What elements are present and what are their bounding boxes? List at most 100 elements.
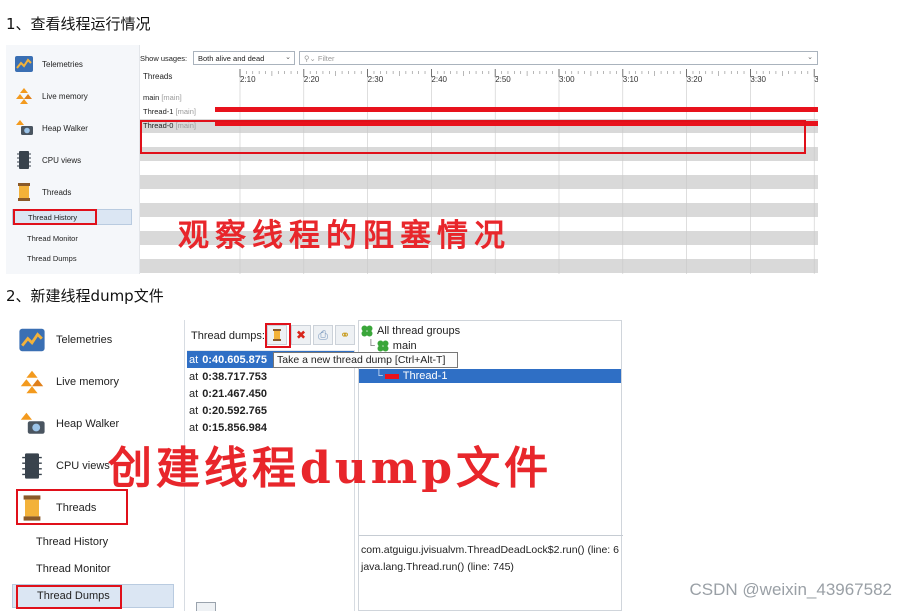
filter-placeholder: Filter <box>317 54 335 63</box>
time-tick-label: 3:10 <box>623 75 639 84</box>
stack-frame: java.lang.Thread.run() (line: 745) <box>361 561 514 573</box>
compare-icon: ⚭ <box>339 328 351 342</box>
dump-prefix: at <box>189 387 199 400</box>
sidebar-item-label: Thread Monitor <box>36 563 111 575</box>
delete-dump-button[interactable]: ✖ <box>291 325 311 345</box>
thread-group-icon <box>377 340 389 352</box>
heap-walker-icon <box>20 412 45 434</box>
sidebar-item-heap-walker[interactable]: Heap Walker <box>14 114 134 142</box>
annotation-create-dump: 创建线程dump文件 <box>108 443 553 494</box>
sidebar: Telemetries Live memory Heap Walker CPU … <box>6 45 140 274</box>
time-tick-label: 2:30 <box>368 75 384 84</box>
dump-time: 0:20.592.765 <box>202 404 268 417</box>
export-dump-button[interactable]: ⎙ <box>313 325 333 345</box>
annotation-observe-blocking: 观察线程的阻塞情况 <box>178 218 511 254</box>
cpu-views-icon <box>17 151 31 169</box>
sidebar-item-label: Heap Walker <box>42 123 88 133</box>
sidebar-item-label: Live memory <box>42 91 88 101</box>
show-usages-label: Show usages: <box>140 54 188 63</box>
search-icon: ⚲⌄ <box>304 54 316 63</box>
time-tick-label: 2:50 <box>495 75 511 84</box>
thread-name: Thread-1 [main] <box>143 107 196 116</box>
sidebar-item-live-memory[interactable]: Live memory <box>14 82 134 110</box>
list-item[interactable]: at 0:20.592.765 <box>187 402 354 419</box>
section2-heading: 2、新建线程dump文件 <box>6 287 164 305</box>
thread-history-toolbar: Show usages: Both alive and dead ⌄ ⚲⌄ Fi… <box>140 50 818 68</box>
sidebar-item-label: Thread History <box>36 536 109 548</box>
section1-heading: 1、查看线程运行情况 <box>6 15 151 33</box>
thread-state-bar <box>215 107 818 112</box>
compare-dumps-button[interactable]: ⚭ <box>335 325 355 345</box>
sidebar-item-label: CPU views <box>56 460 110 472</box>
sidebar-item-label: Thread Monitor <box>27 233 78 243</box>
telemetries-icon <box>19 328 45 352</box>
show-usages-select[interactable]: Both alive and dead ⌄ <box>193 51 295 65</box>
sidebar-item-label: CPU views <box>42 155 82 165</box>
time-tick-label: 2:40 <box>431 75 447 84</box>
filter-input[interactable]: ⚲⌄ Filter ⌄ <box>299 51 818 65</box>
threads-highlight-box <box>140 120 806 154</box>
sidebar-item-thread-dumps[interactable]: Thread Dumps <box>12 250 132 266</box>
telemetries-icon <box>15 56 33 72</box>
toolbar-button[interactable] <box>196 602 216 611</box>
dump-prefix: at <box>189 404 199 417</box>
tree-connector: └ <box>367 340 375 352</box>
time-tick-label: 3:20 <box>687 75 703 84</box>
tree-item-label: Thread-1 <box>402 370 448 382</box>
thread-dumps-highlight-box <box>16 585 122 609</box>
sidebar-item-threads[interactable]: Threads <box>14 178 134 206</box>
take-dump-tooltip: Take a new thread dump [Ctrl+Alt-T] <box>273 352 458 368</box>
thread-group-icon <box>361 325 373 337</box>
sidebar-item-thread-history[interactable]: Thread History <box>12 530 174 554</box>
sidebar-item-telemetries[interactable]: Telemetries <box>18 322 178 358</box>
tree-item-thread[interactable]: └ Thread-1 <box>359 369 621 383</box>
highlight-box <box>13 209 97 225</box>
chevron-down-icon: ⌄ <box>285 54 291 61</box>
row-stripe <box>140 175 818 189</box>
cpu-views-icon <box>22 453 42 479</box>
live-memory-icon <box>16 88 32 104</box>
thread-name: main [main] <box>143 93 182 102</box>
sidebar-item-label: Threads <box>42 187 72 197</box>
sidebar-item-live-memory[interactable]: Live memory <box>18 364 178 400</box>
time-tick-label: 3:30 <box>750 75 766 84</box>
heap-walker-icon <box>16 120 33 135</box>
dump-time: 0:21.467.450 <box>202 387 268 400</box>
stack-frame: com.atguigu.jvisualvm.ThreadDeadLock$2.r… <box>361 544 619 556</box>
sidebar-item-label: Telemetries <box>42 59 83 69</box>
close-icon: ✖ <box>295 328 307 342</box>
dump-time: 0:38.717.753 <box>202 370 268 383</box>
dump-time: 0:40.605.875 <box>202 353 268 366</box>
threads-column-header: Threads <box>143 72 172 81</box>
sidebar-item-cpu-views[interactable]: CPU views <box>14 146 134 174</box>
threads-icon <box>18 183 30 201</box>
sidebar-item-thread-monitor[interactable]: Thread Monitor <box>12 557 174 581</box>
time-tick-label: 2:10 <box>240 75 256 84</box>
time-tick-label: 3:00 <box>559 75 575 84</box>
export-icon: ⎙ <box>318 327 328 342</box>
sidebar-item-label: Thread Dumps <box>27 253 77 263</box>
list-item[interactable]: at 0:21.467.450 <box>187 385 354 402</box>
take-dump-highlight-box <box>265 323 291 348</box>
tree-item-all-groups[interactable]: All thread groups <box>361 324 460 338</box>
thread-state-icon <box>384 373 399 379</box>
tree-item-label: main <box>392 340 417 352</box>
sidebar-item-label: Heap Walker <box>56 418 120 430</box>
sidebar-item-label: Telemetries <box>56 334 113 346</box>
thread-dumps-title: Thread dumps: <box>191 330 265 342</box>
stack-trace: com.atguigu.jvisualvm.ThreadDeadLock$2.r… <box>359 535 623 611</box>
sidebar-item-telemetries[interactable]: Telemetries <box>14 50 134 78</box>
tree-item-main-group[interactable]: └ main <box>367 339 417 353</box>
chevron-down-icon: ⌄ <box>807 54 813 61</box>
tree-connector: └ <box>375 370 383 382</box>
sidebar-item-label: Live memory <box>56 376 119 388</box>
dump-prefix: at <box>189 370 199 383</box>
sidebar-item-thread-monitor[interactable]: Thread Monitor <box>12 230 132 246</box>
list-item[interactable]: at 0:38.717.753 <box>187 368 354 385</box>
live-memory-icon <box>20 370 44 394</box>
time-tick-label: 3:40 <box>814 75 818 84</box>
show-usages-value: Both alive and dead <box>198 54 265 63</box>
tree-item-label: All thread groups <box>377 325 461 337</box>
row-stripe <box>140 259 818 273</box>
dump-prefix: at <box>189 353 199 366</box>
